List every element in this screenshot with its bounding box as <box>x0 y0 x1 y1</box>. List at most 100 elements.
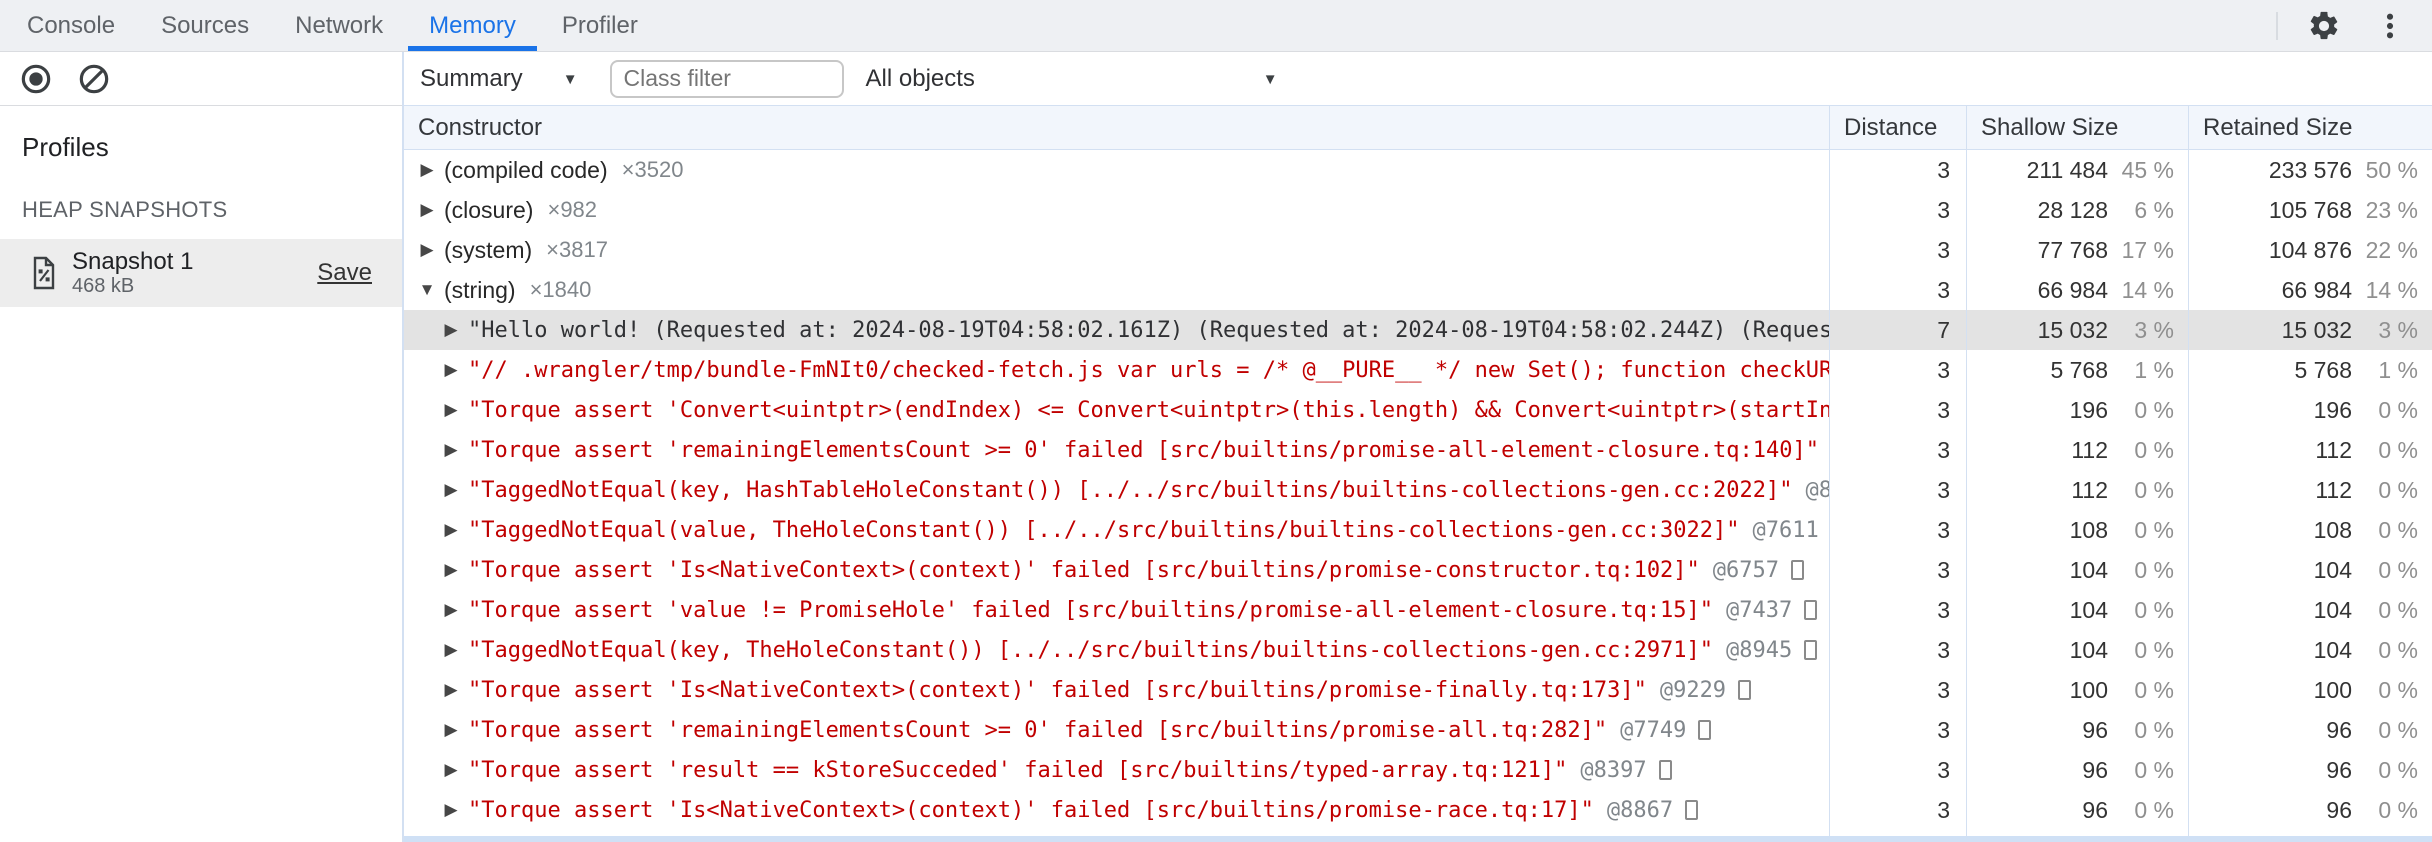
table-row[interactable]: ▶ "TaggedNotEqual(key, TheHoleConstant())… <box>404 630 2432 670</box>
table-row[interactable]: ▶ "Torque assert 'remainingElementsCount … <box>404 430 2432 470</box>
class-filter-input[interactable] <box>609 59 844 98</box>
snapshot-list-item[interactable]: Snapshot 1 468 kB Save <box>0 239 402 307</box>
table-row[interactable]: ▶ "Torque assert 'result == kStoreSuccede… <box>404 750 2432 790</box>
shallow-size-percent: 45 % <box>2121 156 2174 183</box>
table-row[interactable]: ▶ "// .wrangler/tmp/bundle-FmNIt0/checked… <box>404 350 2432 390</box>
chevron-collapsed-icon[interactable]: ▶ <box>440 320 462 340</box>
perspective-select[interactable]: Summary ▼ <box>420 65 578 93</box>
retained-size-cell: 96 0 % <box>2188 790 2432 830</box>
chevron-collapsed-icon[interactable]: ▶ <box>440 360 462 380</box>
retained-size-percent: 0 % <box>2378 716 2418 743</box>
chevron-collapsed-icon[interactable]: ▶ <box>440 520 462 540</box>
shallow-size-percent: 0 % <box>2134 676 2174 703</box>
distance-value: 3 <box>1937 596 1950 623</box>
table-row[interactable]: ▼ (string) ×1840 3 66 984 14 % 66 984 14 % <box>404 270 2432 310</box>
shallow-size-value: 28 128 <box>2037 196 2108 223</box>
chevron-collapsed-icon[interactable]: ▶ <box>440 720 462 740</box>
shallow-size-percent: 0 % <box>2134 516 2174 543</box>
distance-cell: 3 <box>1829 790 1966 830</box>
string-value: "TaggedNotEqual(key, HashTableHoleConsta… <box>468 477 1793 503</box>
snapshot-toolbar: Summary ▼ All objects ▼ <box>404 52 2432 106</box>
table-row[interactable]: ▶ "TaggedNotEqual(value, TheHoleConstant(… <box>404 510 2432 550</box>
record-heap-snapshot-icon[interactable] <box>16 59 56 99</box>
clear-profiles-icon[interactable] <box>74 59 114 99</box>
chevron-collapsed-icon[interactable]: ▶ <box>440 680 462 700</box>
retained-size-value: 104 <box>2313 636 2352 663</box>
chevron-down-icon: ▼ <box>1262 71 1278 88</box>
save-snapshot-link[interactable]: Save <box>317 259 386 287</box>
settings-gear-icon[interactable] <box>2304 6 2344 46</box>
table-row[interactable]: ▶ "Hello world! (Requested at: 2024-08-19… <box>404 310 2432 350</box>
heap-snapshots-section-label: HEAP SNAPSHOTS <box>22 197 228 222</box>
chevron-collapsed-icon[interactable]: ▶ <box>440 400 462 420</box>
table-row[interactable]: ▶ "Torque assert 'value != PromiseHole' f… <box>404 590 2432 630</box>
instance-count: ×3817 <box>546 237 608 262</box>
table-row[interactable]: ▶ "Torque assert 'Is<NativeContext>(conte… <box>404 550 2432 590</box>
retained-size-percent: 0 % <box>2378 596 2418 623</box>
tab-profiler[interactable]: Profiler <box>539 0 661 51</box>
retained-size-cell: 233 576 50 % <box>2188 150 2432 190</box>
column-header-constructor[interactable]: Constructor <box>404 106 1829 149</box>
shallow-size-cell: 100 0 % <box>1966 670 2188 710</box>
chevron-collapsed-icon[interactable]: ▶ <box>416 160 438 180</box>
objects-scope-select[interactable]: All objects ▼ <box>866 65 1278 93</box>
table-row[interactable]: ▶ (closure) ×982 3 28 128 6 % 105 768 23 % <box>404 190 2432 230</box>
shallow-size-value: 104 <box>2069 636 2108 663</box>
retained-size-value: 5 768 <box>2294 356 2352 383</box>
retained-size-percent: 50 % <box>2365 156 2418 183</box>
string-value: "// .wrangler/tmp/bundle-FmNIt0/checked-… <box>468 357 1829 383</box>
table-row[interactable]: ▶ "TaggedNotEqual(key, HashTableHoleConst… <box>404 470 2432 510</box>
object-id: @9229 <box>1659 677 1727 703</box>
chevron-collapsed-icon[interactable]: ▶ <box>416 200 438 220</box>
retained-size-cell: 112 0 % <box>2188 470 2432 510</box>
distance-value: 3 <box>1937 156 1950 183</box>
shallow-size-value: 66 984 <box>2037 276 2108 303</box>
retained-size-percent: 23 % <box>2365 196 2418 223</box>
chevron-collapsed-icon[interactable]: ▶ <box>440 640 462 660</box>
table-row[interactable]: ▶ (compiled code) ×3520 3 211 484 45 % 233 576… <box>404 150 2432 190</box>
distance-value: 3 <box>1937 276 1950 303</box>
shallow-size-value: 5 768 <box>2050 356 2108 383</box>
table-row[interactable]: ▶ "Torque assert 'Is<NativeContext>(conte… <box>404 790 2432 830</box>
tab-console[interactable]: Console <box>4 0 138 51</box>
column-header-retained-size[interactable]: Retained Size <box>2188 106 2432 149</box>
shallow-size-value: 112 <box>2071 476 2108 503</box>
constructor-cell: ▶ (closure) ×982 <box>404 190 1829 230</box>
instance-count: ×3520 <box>621 157 684 182</box>
retained-size-cell: 100 0 % <box>2188 670 2432 710</box>
distance-cell: 3 <box>1829 270 1966 310</box>
profiles-toolbar <box>0 52 402 106</box>
more-options-icon[interactable] <box>2370 6 2410 46</box>
table-row[interactable]: ▶ "Torque assert 'Is<NativeContext>(conte… <box>404 670 2432 710</box>
retained-size-percent: 22 % <box>2365 236 2418 263</box>
chevron-collapsed-icon[interactable]: ▶ <box>440 600 462 620</box>
chevron-collapsed-icon[interactable]: ▶ <box>416 240 438 260</box>
tab-network[interactable]: Network <box>272 0 406 51</box>
retained-size-value: 104 <box>2313 556 2352 583</box>
column-header-shallow-size[interactable]: Shallow Size <box>1966 106 2188 149</box>
retained-size-value: 112 <box>2315 436 2352 463</box>
shallow-size-value: 112 <box>2071 436 2108 463</box>
tab-memory[interactable]: Memory <box>406 0 539 51</box>
distance-cell: 3 <box>1829 430 1966 470</box>
retained-size-value: 100 <box>2313 676 2352 703</box>
table-row[interactable]: ▶ "Torque assert 'Convert<uintptr>(endInd… <box>404 390 2432 430</box>
detail-box-icon <box>1738 680 1752 700</box>
chevron-collapsed-icon[interactable]: ▶ <box>440 760 462 780</box>
retained-size-percent: 0 % <box>2378 516 2418 543</box>
chevron-collapsed-icon[interactable]: ▶ <box>440 480 462 500</box>
distance-value: 3 <box>1937 556 1950 583</box>
shallow-size-cell: 15 032 3 % <box>1966 310 2188 350</box>
chevron-expanded-icon[interactable]: ▼ <box>416 280 438 300</box>
chevron-collapsed-icon[interactable]: ▶ <box>440 560 462 580</box>
column-header-distance[interactable]: Distance <box>1829 106 1966 149</box>
chevron-collapsed-icon[interactable]: ▶ <box>440 800 462 820</box>
detail-box-icon <box>1658 760 1672 780</box>
retained-size-cell: 105 768 23 % <box>2188 190 2432 230</box>
chevron-collapsed-icon[interactable]: ▶ <box>440 440 462 460</box>
table-row[interactable]: ▶ (system) ×3817 3 77 768 17 % 104 876 22 % <box>404 230 2432 270</box>
table-row[interactable]: ▶ "Torque assert 'remainingElementsCount … <box>404 710 2432 750</box>
object-id: @8 <box>1805 477 1829 503</box>
retained-size-cell: 96 0 % <box>2188 710 2432 750</box>
tab-sources[interactable]: Sources <box>138 0 272 51</box>
